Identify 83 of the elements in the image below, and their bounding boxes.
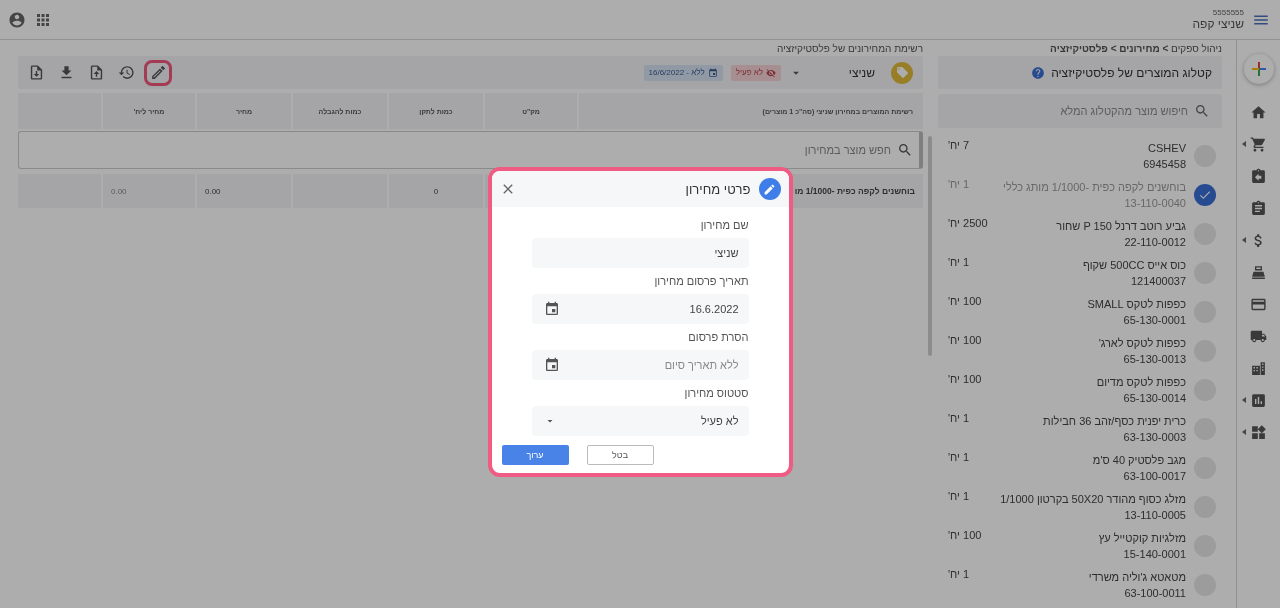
calendar-icon bbox=[543, 357, 560, 373]
cart-icon[interactable] bbox=[1250, 135, 1267, 153]
product-name: בוחשנים לקפה כפית -1/1000 מותג כללי bbox=[1003, 179, 1186, 195]
product-code: 65-130-0013 bbox=[1123, 351, 1186, 367]
calendar-icon bbox=[543, 301, 560, 317]
bar-chart-icon[interactable] bbox=[1250, 391, 1267, 409]
field-label: תאריך פרסום מחירון bbox=[653, 275, 749, 287]
product-name: מטאטא ג'וליה משרדי bbox=[1088, 569, 1186, 585]
product-code: 13-110-0040 bbox=[1124, 195, 1186, 211]
product-name: מגב פלסטיק 40 ס'מ bbox=[1092, 452, 1186, 468]
product-name: גביע רוטב דרנל P 150 שחור bbox=[1056, 218, 1186, 234]
date-field[interactable]: 16.6.2022 bbox=[531, 294, 749, 324]
product-name: כפפות לטקס SMALL bbox=[1087, 296, 1186, 312]
product-code: 121400037 bbox=[1130, 273, 1186, 289]
search-icon bbox=[1194, 103, 1210, 119]
plus-icon bbox=[1250, 61, 1267, 77]
product-code: 22-110-0012 bbox=[1124, 234, 1186, 250]
scrollbar[interactable] bbox=[928, 136, 932, 356]
date-chip: ללא - 16/6/2022 bbox=[643, 64, 723, 81]
clipboard-arrow-icon[interactable] bbox=[1250, 167, 1267, 185]
select-checkbox[interactable] bbox=[1194, 183, 1216, 206]
history-icon bbox=[117, 64, 135, 81]
product-code: 15-140-0001 bbox=[1123, 546, 1186, 562]
breadcrumb: ניהול ספקים > מחירונים > פלסטיקיזציה bbox=[1049, 42, 1222, 56]
caret-icon bbox=[1241, 237, 1246, 243]
status-chip: לא פעיל bbox=[730, 64, 781, 81]
home-icon[interactable] bbox=[1250, 103, 1267, 121]
product-quantity: 100 יח' bbox=[948, 372, 982, 385]
price-lists-caption: רשימת המחירונים של פלסטיקיזציה bbox=[776, 42, 923, 56]
text-field[interactable]: שניצי bbox=[531, 238, 749, 268]
add-button[interactable] bbox=[1243, 54, 1274, 84]
widgets-icon[interactable] bbox=[1250, 423, 1267, 441]
account-number: 5555555 bbox=[1212, 8, 1244, 17]
product-name: כפפות לטקס מדיום bbox=[1096, 374, 1186, 390]
product-quantity: 1 יח' bbox=[948, 177, 970, 190]
cancel-button[interactable]: בטל bbox=[586, 445, 654, 465]
product-quantity: 2500 יח' bbox=[948, 216, 988, 229]
field-label: הסרת פרסום bbox=[687, 331, 749, 343]
select-field[interactable]: לא פעיל bbox=[531, 406, 749, 436]
product-name: כוס אייס 500CC שקוף bbox=[1082, 257, 1186, 273]
eye-off-icon bbox=[766, 67, 776, 78]
tool-button[interactable] bbox=[144, 59, 172, 86]
account-icon[interactable] bbox=[8, 10, 26, 29]
product-code: 63-100-0011 bbox=[1124, 585, 1186, 601]
product-code: 6945458 bbox=[1143, 156, 1186, 172]
catalog-title: קטלוג המוצרים של פלסטיקיזציה bbox=[1051, 65, 1212, 80]
product-quantity: 100 יח' bbox=[948, 528, 982, 541]
table-cell: 0.00 bbox=[197, 174, 291, 208]
table-cell: 0 bbox=[389, 174, 483, 208]
clipboard-icon[interactable] bbox=[1250, 199, 1267, 217]
product-quantity: 100 יח' bbox=[948, 333, 982, 346]
product-quantity: 1 יח' bbox=[948, 411, 970, 424]
product-quantity: 1 יח' bbox=[948, 567, 970, 580]
field-label: שם מחירון bbox=[699, 219, 749, 231]
product-code: 63-100-0017 bbox=[1123, 468, 1186, 484]
product-quantity: 7 יח' bbox=[948, 138, 970, 151]
calendar-icon bbox=[707, 67, 718, 78]
product-code: 63-130-0003 bbox=[1123, 429, 1186, 445]
product-name: מזלג כסוף מהודר 50X20 בקרטון 1/1000 bbox=[1000, 491, 1186, 507]
help-icon[interactable] bbox=[1031, 65, 1046, 80]
product-quantity: 1 יח' bbox=[948, 489, 970, 502]
product-quantity: 1 יח' bbox=[948, 450, 970, 463]
product-code: 65-130-0014 bbox=[1123, 390, 1186, 406]
search-icon bbox=[897, 142, 913, 158]
dialog-title: פרטי מחירון bbox=[685, 181, 751, 197]
caret-icon bbox=[1241, 429, 1246, 435]
product-code: 65-130-0001 bbox=[1123, 312, 1186, 328]
product-name: מזלגיות קוקטייל עץ bbox=[1098, 530, 1186, 546]
cash-register-icon[interactable] bbox=[1250, 263, 1267, 281]
pencil-icon bbox=[149, 64, 167, 81]
buildings-icon[interactable] bbox=[1250, 359, 1267, 377]
product-name: כרית יפנית כסף/זהב 36 חבילות bbox=[1043, 413, 1186, 429]
field-label: סטטוס מחירון bbox=[683, 387, 749, 399]
product-code: 13-110-0005 bbox=[1124, 507, 1186, 523]
product-name: CSHEV bbox=[1148, 140, 1186, 156]
product-quantity: 100 יח' bbox=[948, 294, 982, 307]
account-name: שניצי קפה bbox=[1192, 17, 1244, 31]
edit-button[interactable]: ערוך bbox=[501, 445, 569, 465]
price-list-name: שניצי bbox=[847, 65, 875, 80]
caret-icon bbox=[1241, 141, 1246, 147]
caret-icon bbox=[1241, 397, 1246, 403]
product-quantity: 1 יח' bbox=[948, 255, 970, 268]
product-name: כפפות לטקס לארג' bbox=[1098, 335, 1186, 351]
